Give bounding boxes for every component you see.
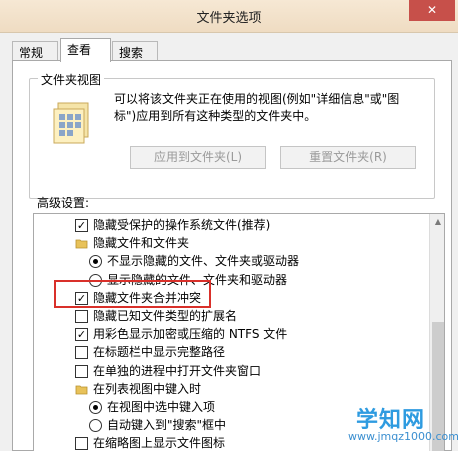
folder-view-legend: 文件夹视图: [38, 71, 105, 88]
watermark-url: www.jmqz1000.com: [348, 430, 458, 443]
annotation-highlight-box: [54, 280, 211, 308]
list-item-label: 用彩色显示加密或压缩的 NTFS 文件: [93, 327, 288, 342]
list-item[interactable]: 不显示隐藏的文件、文件夹或驱动器: [34, 253, 414, 271]
view-tab-panel: 文件夹视图 可以将该文件夹正在使用的视图(例如"详细信息"或"图标")应用到所有…: [12, 60, 452, 451]
apply-to-folders-button[interactable]: 应用到文件夹(L): [130, 146, 266, 169]
checkbox-checked[interactable]: ✓: [75, 328, 88, 342]
title-bar: 文件夹选项 ✕: [0, 0, 458, 33]
checkbox-unchecked[interactable]: [75, 310, 88, 323]
list-item-label: 隐藏已知文件类型的扩展名: [93, 309, 238, 323]
folder-view-description: 可以将该文件夹正在使用的视图(例如"详细信息"或"图标")应用到所有这种类型的文…: [114, 92, 400, 123]
tab-general[interactable]: 常规: [12, 41, 58, 61]
list-item-label: 不显示隐藏的文件、文件夹或驱动器: [107, 254, 300, 269]
radio-selected[interactable]: [89, 401, 102, 414]
folder-view-icon: [53, 102, 89, 144]
list-item-label: 自动键入到"搜索"框中: [107, 418, 227, 433]
radio-unselected[interactable]: [89, 419, 102, 433]
list-item-label: 在单独的进程中打开文件夹窗口: [93, 363, 262, 378]
reset-folders-button[interactable]: 重置文件夹(R): [280, 146, 416, 169]
list-item: 隐藏文件和文件夹: [34, 235, 414, 253]
list-item-label: 隐藏文件和文件夹: [93, 236, 190, 251]
tab-search[interactable]: 搜索: [112, 41, 158, 61]
list-item[interactable]: ✓ 用彩色显示加密或压缩的 NTFS 文件: [34, 326, 414, 344]
close-icon: ✕: [426, 3, 438, 17]
list-item-label: 隐藏受保护的操作系统文件(推荐): [93, 218, 271, 232]
list-item: 在列表视图中键入时: [34, 381, 414, 399]
window-title: 文件夹选项: [196, 11, 262, 26]
checkbox-unchecked[interactable]: [75, 437, 88, 451]
list-item-label: 在缩略图上显示文件图标: [93, 436, 226, 451]
list-item[interactable]: 在单独的进程中打开文件夹窗口: [34, 363, 414, 381]
scroll-up-icon[interactable]: ▲: [430, 214, 444, 230]
list-item-label: 在列表视图中键入时: [93, 381, 202, 396]
folder-icon: [75, 239, 88, 249]
list-item-label: 在标题栏中显示完整路径: [93, 345, 226, 360]
list-item[interactable]: 隐藏已知文件类型的扩展名: [34, 308, 414, 326]
checkbox-unchecked[interactable]: [75, 364, 88, 378]
checkbox-unchecked[interactable]: [75, 346, 88, 360]
folder-icon: [75, 385, 88, 395]
list-item[interactable]: 在标题栏中显示完整路径: [34, 344, 414, 362]
tab-view[interactable]: 查看: [60, 38, 111, 62]
watermark-logo: 学知网 www.jmqz1000.com: [336, 402, 458, 450]
folder-view-group: 文件夹视图 可以将该文件夹正在使用的视图(例如"详细信息"或"图标")应用到所有…: [29, 71, 435, 199]
close-button[interactable]: ✕: [409, 0, 455, 21]
advanced-settings-label: 高级设置:: [37, 196, 90, 210]
radio-selected[interactable]: [89, 255, 102, 269]
list-item[interactable]: ✓ 隐藏受保护的操作系统文件(推荐): [34, 217, 414, 235]
list-item-label: 在视图中选中键入项: [107, 400, 216, 414]
checkbox-checked[interactable]: ✓: [75, 219, 88, 232]
